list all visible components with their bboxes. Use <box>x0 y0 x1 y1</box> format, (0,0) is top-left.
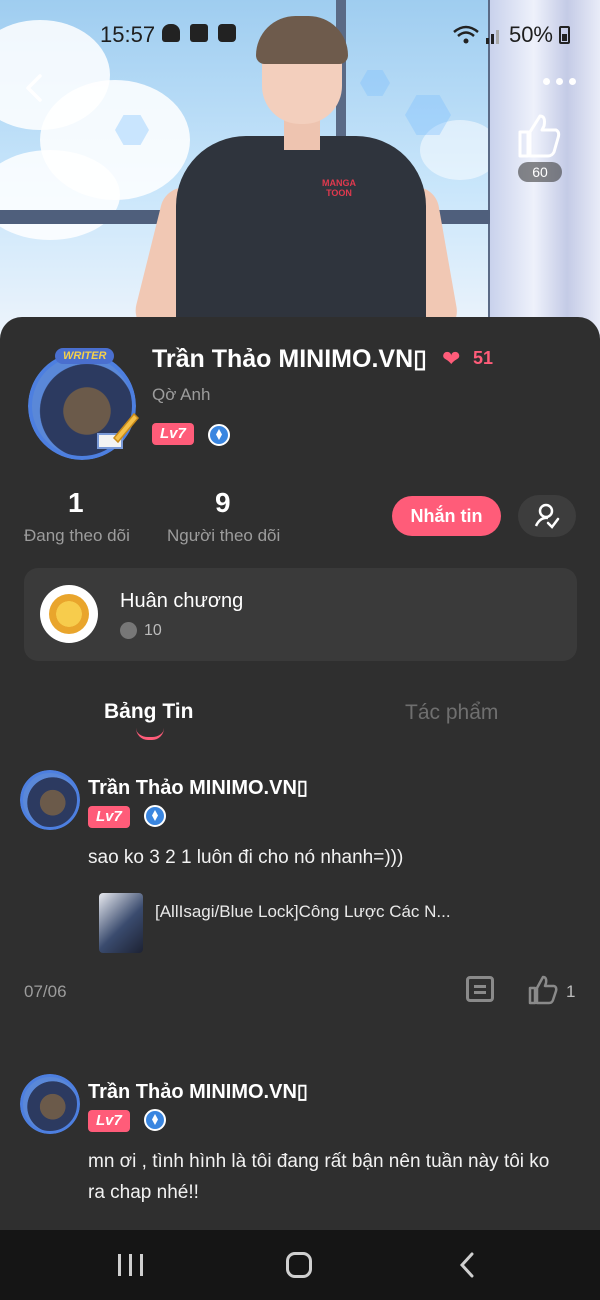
back-button[interactable] <box>18 70 54 106</box>
follow-button[interactable] <box>518 495 576 537</box>
status-bar: 15:57 50% <box>0 18 600 52</box>
shirt-logo: MANGA TOON <box>322 178 356 198</box>
level-badge: Lv7 <box>152 423 194 445</box>
verified-icon <box>144 1109 166 1131</box>
user-check-icon <box>534 503 560 529</box>
medal-count: 10 <box>144 622 162 639</box>
post-avatar[interactable] <box>20 1074 80 1134</box>
medal-title: Huân chương <box>120 590 244 612</box>
profile-like-count: 60 <box>518 162 562 182</box>
app-notification-icon <box>218 24 236 42</box>
post-level-badge: Lv7 <box>88 806 130 828</box>
like-icon[interactable] <box>528 975 558 1005</box>
more-options-button[interactable] <box>543 78 576 85</box>
linked-work-title[interactable]: [AllIsagi/Blue Lock]Công Lược Các N... <box>155 902 451 922</box>
verified-icon <box>144 805 166 827</box>
like-profile-icon[interactable] <box>516 112 562 160</box>
heart-count: 51 <box>473 348 494 368</box>
message-button[interactable]: Nhắn tin <box>392 496 501 536</box>
home-button[interactable] <box>286 1252 312 1278</box>
android-icon <box>162 24 180 42</box>
profile-name: Trần Thảo MINIMO.VN▯ <box>152 345 427 373</box>
post-text: mn ơi , tình hình là tôi đang rất bận nê… <box>88 1151 550 1203</box>
post-text: sao ko 3 2 1 luôn đi cho nó nhanh=))) <box>88 847 404 868</box>
comment-icon[interactable] <box>466 976 494 1002</box>
writer-badge: WRITER <box>55 348 115 364</box>
profile-subname: Qờ Anh <box>152 385 211 404</box>
heart-icon: ❤ <box>442 346 461 371</box>
medal-icon <box>40 585 98 643</box>
followers-label[interactable]: Người theo dõi <box>167 526 280 546</box>
recent-apps-button[interactable] <box>118 1254 143 1276</box>
post-like-count: 1 <box>566 982 576 1001</box>
tab-feed[interactable]: Bảng Tin <box>104 700 193 724</box>
post-author[interactable]: Trần Thảo MINIMO.VN▯ <box>88 1079 308 1104</box>
followers-count[interactable]: 9 <box>215 487 231 519</box>
system-back-button[interactable] <box>456 1252 478 1278</box>
following-label[interactable]: Đang theo dõi <box>24 526 130 546</box>
post-date: 07/06 <box>24 982 67 1001</box>
battery-percent: 50% <box>508 22 553 47</box>
post-author[interactable]: Trần Thảo MINIMO.VN▯ <box>88 775 308 800</box>
signal-icon <box>485 30 499 44</box>
tab-works[interactable]: Tác phẩm <box>405 701 498 725</box>
verified-icon <box>208 424 230 446</box>
post-level-badge: Lv7 <box>88 1110 130 1132</box>
post-avatar[interactable] <box>20 770 80 830</box>
image-icon <box>190 24 208 42</box>
medal-star-icon <box>120 622 137 639</box>
following-count[interactable]: 1 <box>68 487 84 519</box>
battery-icon <box>559 26 570 44</box>
medal-card[interactable]: Huân chương 10 <box>24 568 577 661</box>
pen-icon <box>97 412 140 449</box>
system-nav-bar <box>0 1230 600 1300</box>
status-time: 15:57 <box>100 22 156 47</box>
status-icons <box>162 24 236 42</box>
linked-work-thumbnail[interactable] <box>99 893 143 953</box>
wifi-icon <box>453 25 479 44</box>
